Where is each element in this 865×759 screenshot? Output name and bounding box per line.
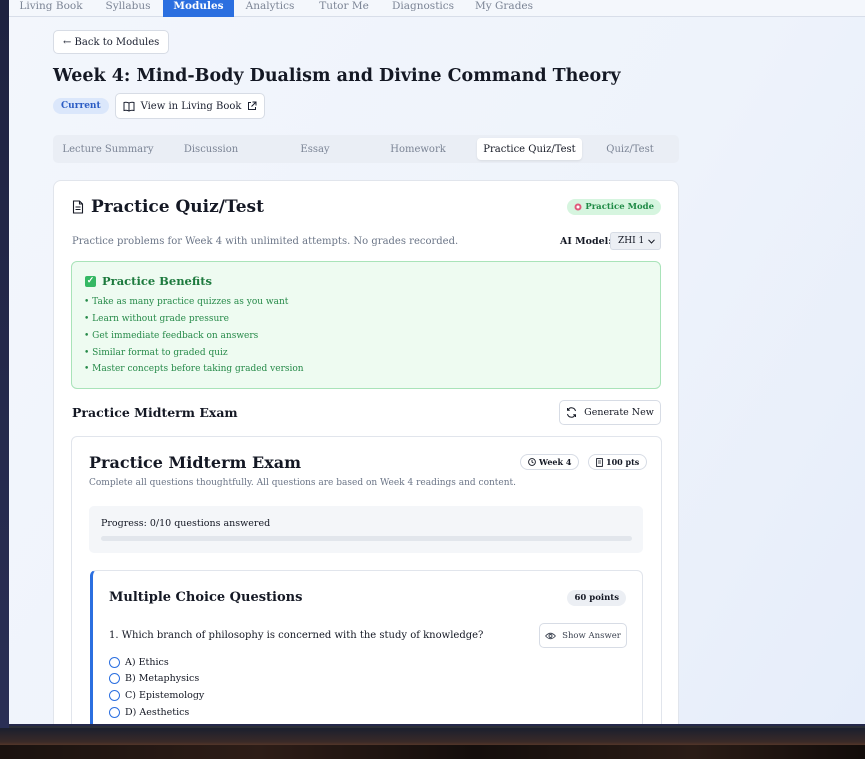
practice-mode-label: Practice Mode (585, 202, 654, 212)
ai-model-select[interactable]: ZHI 1 (610, 232, 661, 250)
tab-homework[interactable]: Homework (368, 138, 468, 160)
benefits-title-row: ✓ Practice Benefits (85, 274, 212, 288)
answer-option[interactable]: A) Ethics (109, 657, 169, 668)
nav-tutor-me[interactable]: Tutor Me (319, 0, 369, 17)
nav-diagnostics[interactable]: Diagnostics (392, 0, 454, 17)
practice-exam-heading: Practice Midterm Exam (72, 405, 238, 420)
radio-button[interactable] (109, 707, 120, 718)
back-button-label: ← Back to Modules (63, 36, 160, 48)
option-label: A) Ethics (125, 657, 169, 668)
answer-option[interactable]: C) Epistemology (109, 690, 204, 701)
answer-option[interactable]: B) Metaphysics (109, 673, 199, 684)
show-answer-label: Show Answer (562, 630, 621, 641)
practice-benefits-panel: ✓ Practice Benefits • Take as many pract… (71, 261, 661, 389)
nav-living-book[interactable]: Living Book (19, 0, 82, 17)
generate-new-label: Generate New (584, 407, 654, 418)
tab-lecture-summary[interactable]: Lecture Summary (57, 138, 159, 160)
module-tabs: Lecture Summary Discussion Essay Homewor… (53, 135, 679, 163)
tab-discussion[interactable]: Discussion (161, 138, 261, 160)
target-icon (574, 203, 582, 211)
progress-text: Progress: 0/10 questions answered (101, 518, 271, 529)
show-answer-button[interactable]: Show Answer (539, 623, 627, 648)
desktop-background-bottom (0, 728, 865, 759)
benefit-item: • Master concepts before taking graded v… (84, 364, 304, 374)
tab-practice-quiz-test[interactable]: Practice Quiz/Test (477, 138, 582, 160)
refresh-icon (566, 407, 577, 418)
current-badge: Current (53, 98, 109, 114)
week-pill-label: Week 4 (539, 457, 572, 467)
desktop-background-left (0, 0, 9, 728)
eye-icon (545, 632, 557, 640)
benefit-item: • Similar format to graded quiz (84, 348, 228, 358)
view-in-living-book-button[interactable]: View in Living Book (115, 93, 265, 119)
document-icon (596, 457, 603, 467)
page-title: Week 4: Mind-Body Dualism and Divine Com… (53, 66, 621, 86)
section-title: Multiple Choice Questions (109, 590, 303, 605)
practice-mode-badge: Practice Mode (567, 199, 661, 215)
top-navigation: Living Book Syllabus Modules Analytics T… (9, 0, 865, 17)
living-book-label: View in Living Book (140, 100, 242, 112)
radio-button[interactable] (109, 690, 120, 701)
week-pill: Week 4 (520, 454, 580, 470)
question-text: 1. Which branch of philosophy is concern… (109, 630, 484, 641)
ai-model-label: AI Model: (560, 236, 612, 247)
points-pill: 100 pts (588, 454, 648, 470)
benefit-item: • Take as many practice quizzes as you w… (84, 297, 289, 307)
multiple-choice-section: Multiple Choice Questions 60 points 1. W… (90, 570, 643, 724)
ai-model-value: ZHI 1 (618, 236, 645, 246)
section-points-badge: 60 points (567, 590, 626, 606)
book-open-icon (123, 101, 135, 112)
tab-quiz-test[interactable]: Quiz/Test (585, 138, 675, 160)
browser-window: Living Book Syllabus Modules Analytics T… (9, 0, 865, 726)
nav-syllabus[interactable]: Syllabus (106, 0, 151, 17)
benefit-item: • Learn without grade pressure (84, 314, 229, 324)
external-link-icon (247, 101, 257, 111)
clock-icon (528, 458, 536, 466)
tab-essay[interactable]: Essay (265, 138, 365, 160)
checkbox-icon: ✓ (85, 275, 96, 287)
practice-quiz-card: Practice Quiz/Test Practice Mode Practic… (53, 180, 679, 724)
option-label: D) Aesthetics (125, 707, 190, 718)
answer-option[interactable]: D) Aesthetics (109, 707, 189, 718)
exam-description: Complete all questions thoughtfully. All… (89, 478, 517, 488)
document-icon (72, 200, 84, 214)
back-to-modules-button[interactable]: ← Back to Modules (53, 30, 170, 54)
radio-button[interactable] (109, 673, 120, 684)
exam-card: Practice Midterm Exam Week 4 100 pts Com… (71, 436, 662, 724)
points-pill-label: 100 pts (606, 457, 640, 467)
progress-panel: Progress: 0/10 questions answered (89, 506, 643, 553)
benefit-item: • Get immediate feedback on answers (84, 331, 259, 341)
option-label: B) Metaphysics (125, 673, 200, 684)
generate-new-button[interactable]: Generate New (559, 400, 661, 425)
benefits-title: Practice Benefits (102, 274, 213, 288)
exam-title: Practice Midterm Exam (89, 453, 302, 472)
practice-quiz-title: Practice Quiz/Test (91, 197, 264, 217)
practice-quiz-title-row: Practice Quiz/Test (72, 197, 264, 217)
radio-button[interactable] (109, 657, 120, 668)
practice-description: Practice problems for Week 4 with unlimi… (72, 236, 459, 247)
option-label: C) Epistemology (125, 690, 205, 701)
nav-modules[interactable]: Modules (163, 0, 234, 17)
chevron-down-icon (648, 238, 655, 244)
progress-bar (101, 536, 632, 541)
nav-my-grades[interactable]: My Grades (475, 0, 533, 17)
nav-analytics[interactable]: Analytics (246, 0, 295, 17)
